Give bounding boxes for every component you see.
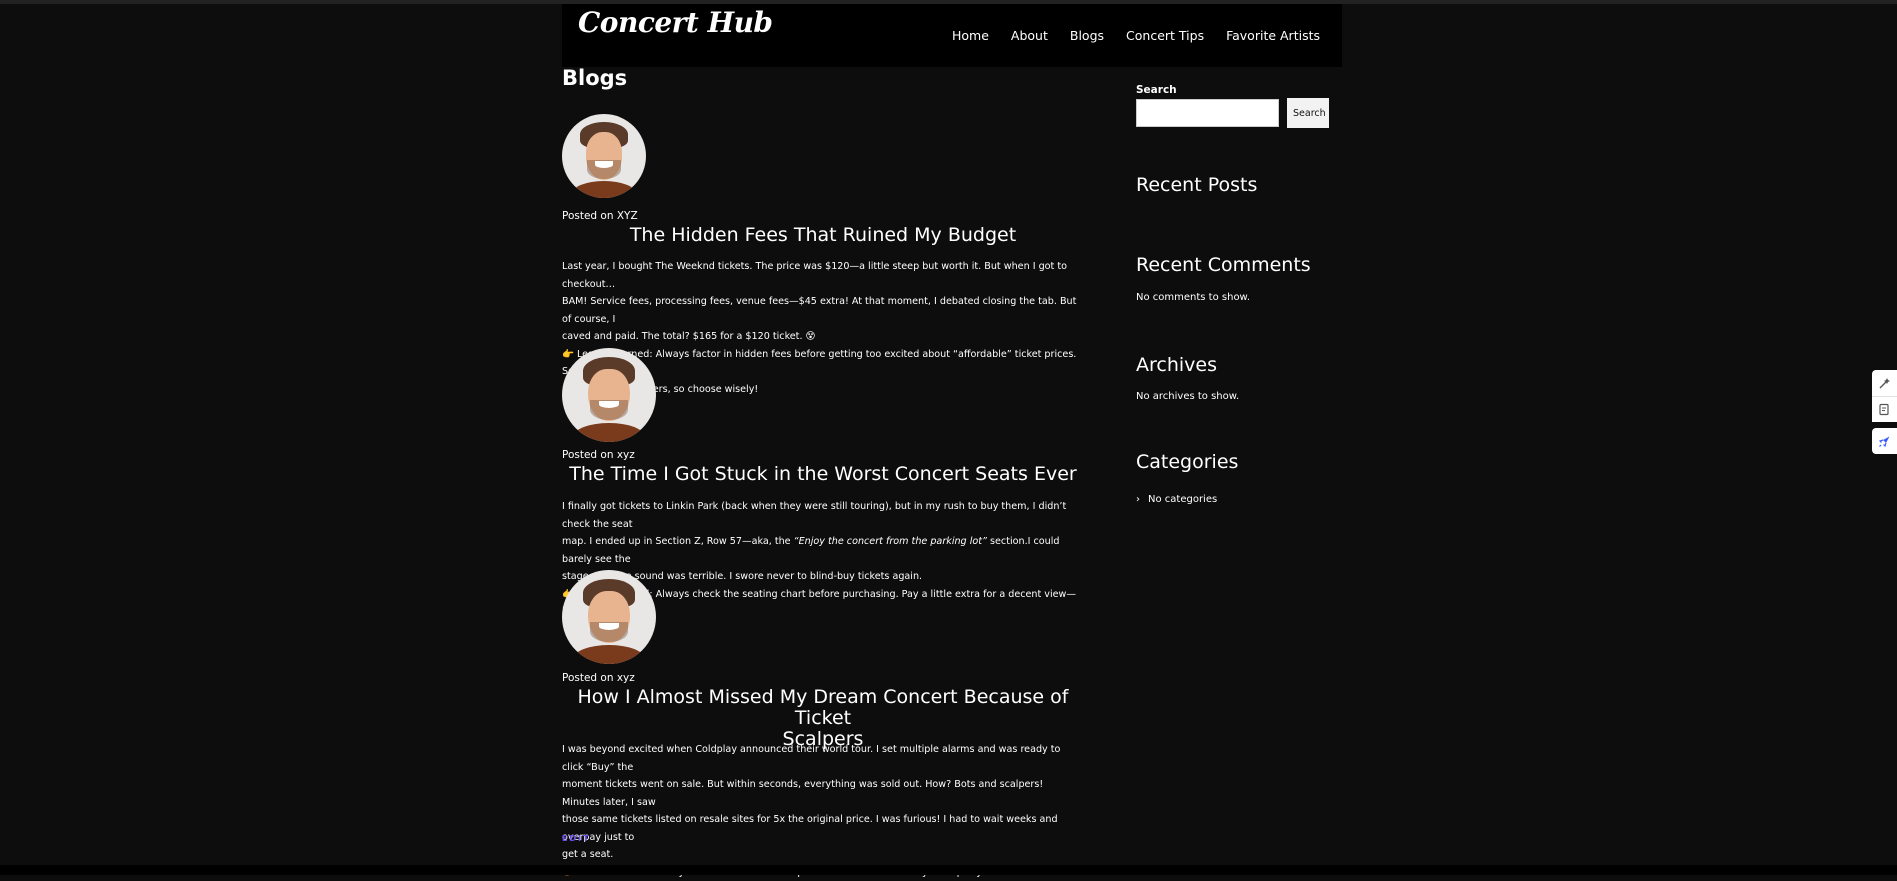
post-body: I was beyond excited when Coldplay annou… [562,741,1084,881]
post-title[interactable]: The Hidden Fees That Ruined My Budget [562,225,1084,246]
post-body-line: moment tickets went on sale. But within … [562,776,1084,811]
floating-toolbar [1872,370,1897,454]
post-body-line: get a seat. [562,846,1084,864]
search-input[interactable] [1136,99,1279,127]
page-title: Blogs [562,66,627,90]
author-avatar [562,570,656,664]
blog-post [562,348,1084,442]
recent-posts-heading: Recent Posts [1136,174,1257,196]
blog-post [562,114,1084,198]
nav-concert-tips[interactable]: Concert Tips [1126,28,1204,43]
post-body-line: Last year, I bought The Weeknd tickets. … [562,258,1084,293]
main-nav: Home About Blogs Concert Tips Favorite A… [952,28,1342,43]
post-body-line: I finally got tickets to Linkin Park (ba… [562,498,1084,533]
nav-home[interactable]: Home [952,28,989,43]
post-body-line: caved and paid. The total? $165 for a $1… [562,328,1084,346]
post-date: Posted on XYZ [562,210,638,222]
blog-post [562,570,1084,664]
nav-blogs[interactable]: Blogs [1070,28,1104,43]
edit-link[interactable]: EDIT [562,834,591,843]
categories-heading: Categories [1136,451,1238,473]
archives-heading: Archives [1136,354,1217,376]
post-date: Posted on xyz [562,449,635,461]
document-edit-icon[interactable] [1872,396,1897,422]
post-title[interactable]: The Time I Got Stuck in the Worst Concer… [562,464,1084,485]
rocket-icon[interactable] [1872,428,1897,454]
no-categories-text: No categories [1148,494,1217,505]
author-avatar [562,114,646,198]
post-body-line: map. I ended up in Section Z, Row 57—aka… [562,533,1084,568]
search-label: Search [1136,84,1177,96]
nav-about[interactable]: About [1011,28,1048,43]
site-header: Concert Hub Home About Blogs Concert Tip… [562,4,1342,67]
chevron-right-icon: › [1136,494,1140,505]
post-body-line: I was beyond excited when Coldplay annou… [562,741,1084,776]
recent-comments-heading: Recent Comments [1136,254,1311,276]
magic-wand-icon[interactable] [1872,370,1897,396]
site-logo[interactable]: Concert Hub [578,6,773,39]
category-item: › No categories [1136,494,1217,505]
post-body-line: BAM! Service fees, processing fees, venu… [562,293,1084,328]
no-comments-text: No comments to show. [1136,292,1250,303]
post-date: Posted on xyz [562,672,635,684]
page-bottom-edge [0,865,1897,875]
search-button[interactable]: Search [1287,98,1329,128]
post-body-line: those same tickets listed on resale site… [562,811,1084,846]
nav-favorite-artists[interactable]: Favorite Artists [1226,28,1320,43]
no-archives-text: No archives to show. [1136,391,1239,402]
author-avatar [562,348,656,442]
